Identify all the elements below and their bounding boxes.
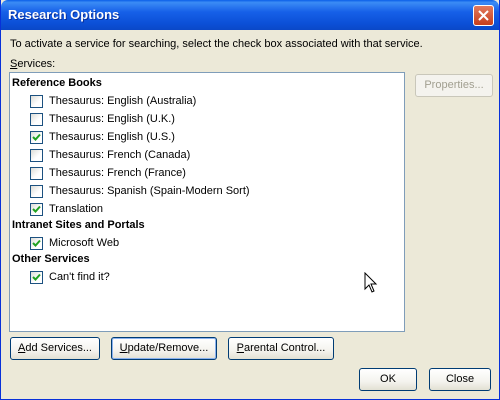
checkmark-icon <box>32 205 41 213</box>
parental-control-button[interactable]: Parental Control... <box>228 337 334 360</box>
checkmark-icon <box>32 133 41 141</box>
close-window-button[interactable] <box>473 5 494 26</box>
service-label: Thesaurus: English (U.S.) <box>49 131 175 143</box>
add-services-button[interactable]: Add Services... <box>10 337 100 360</box>
group-heading: Reference Books <box>12 77 102 89</box>
intro-text: To activate a service for searching, sel… <box>10 38 423 50</box>
title-bar[interactable]: Research Options <box>1 0 499 30</box>
research-options-dialog: Research Options To activate a service f… <box>0 0 500 400</box>
service-checkbox[interactable] <box>30 149 43 162</box>
service-checkbox[interactable] <box>30 113 43 126</box>
dialog-title: Research Options <box>8 7 120 22</box>
service-label: Thesaurus: English (U.K.) <box>49 113 175 125</box>
close-button[interactable]: Close <box>429 368 491 391</box>
service-label: Translation <box>49 203 104 215</box>
mouse-pointer-icon <box>364 272 378 293</box>
properties-button[interactable]: Properties... <box>415 74 493 97</box>
service-label: Microsoft Web <box>49 237 120 249</box>
services-list[interactable]: Reference Books Thesaurus: English (Austr… <box>9 72 405 332</box>
checkmark-icon <box>32 273 41 281</box>
group-heading: Intranet Sites and Portals <box>12 219 145 231</box>
service-label: Can't find it? <box>49 271 110 283</box>
service-checkbox[interactable] <box>30 237 43 250</box>
service-label: Thesaurus: French (Canada) <box>49 149 191 161</box>
service-checkbox[interactable] <box>30 271 43 284</box>
service-label: Thesaurus: French (France) <box>49 167 186 179</box>
update-remove-button[interactable]: Update/Remove... <box>111 337 217 360</box>
service-label: Thesaurus: Spanish (Spain-Modern Sort) <box>49 185 250 197</box>
checkmark-icon <box>32 239 41 247</box>
service-checkbox[interactable] <box>30 95 43 108</box>
service-checkbox[interactable] <box>30 131 43 144</box>
service-checkbox[interactable] <box>30 185 43 198</box>
ok-button[interactable]: OK <box>359 368 417 391</box>
group-heading: Other Services <box>12 253 90 265</box>
service-checkbox[interactable] <box>30 203 43 216</box>
service-checkbox[interactable] <box>30 167 43 180</box>
services-label: Services: <box>10 58 56 70</box>
service-label: Thesaurus: English (Australia) <box>49 95 197 107</box>
close-icon <box>478 10 489 21</box>
